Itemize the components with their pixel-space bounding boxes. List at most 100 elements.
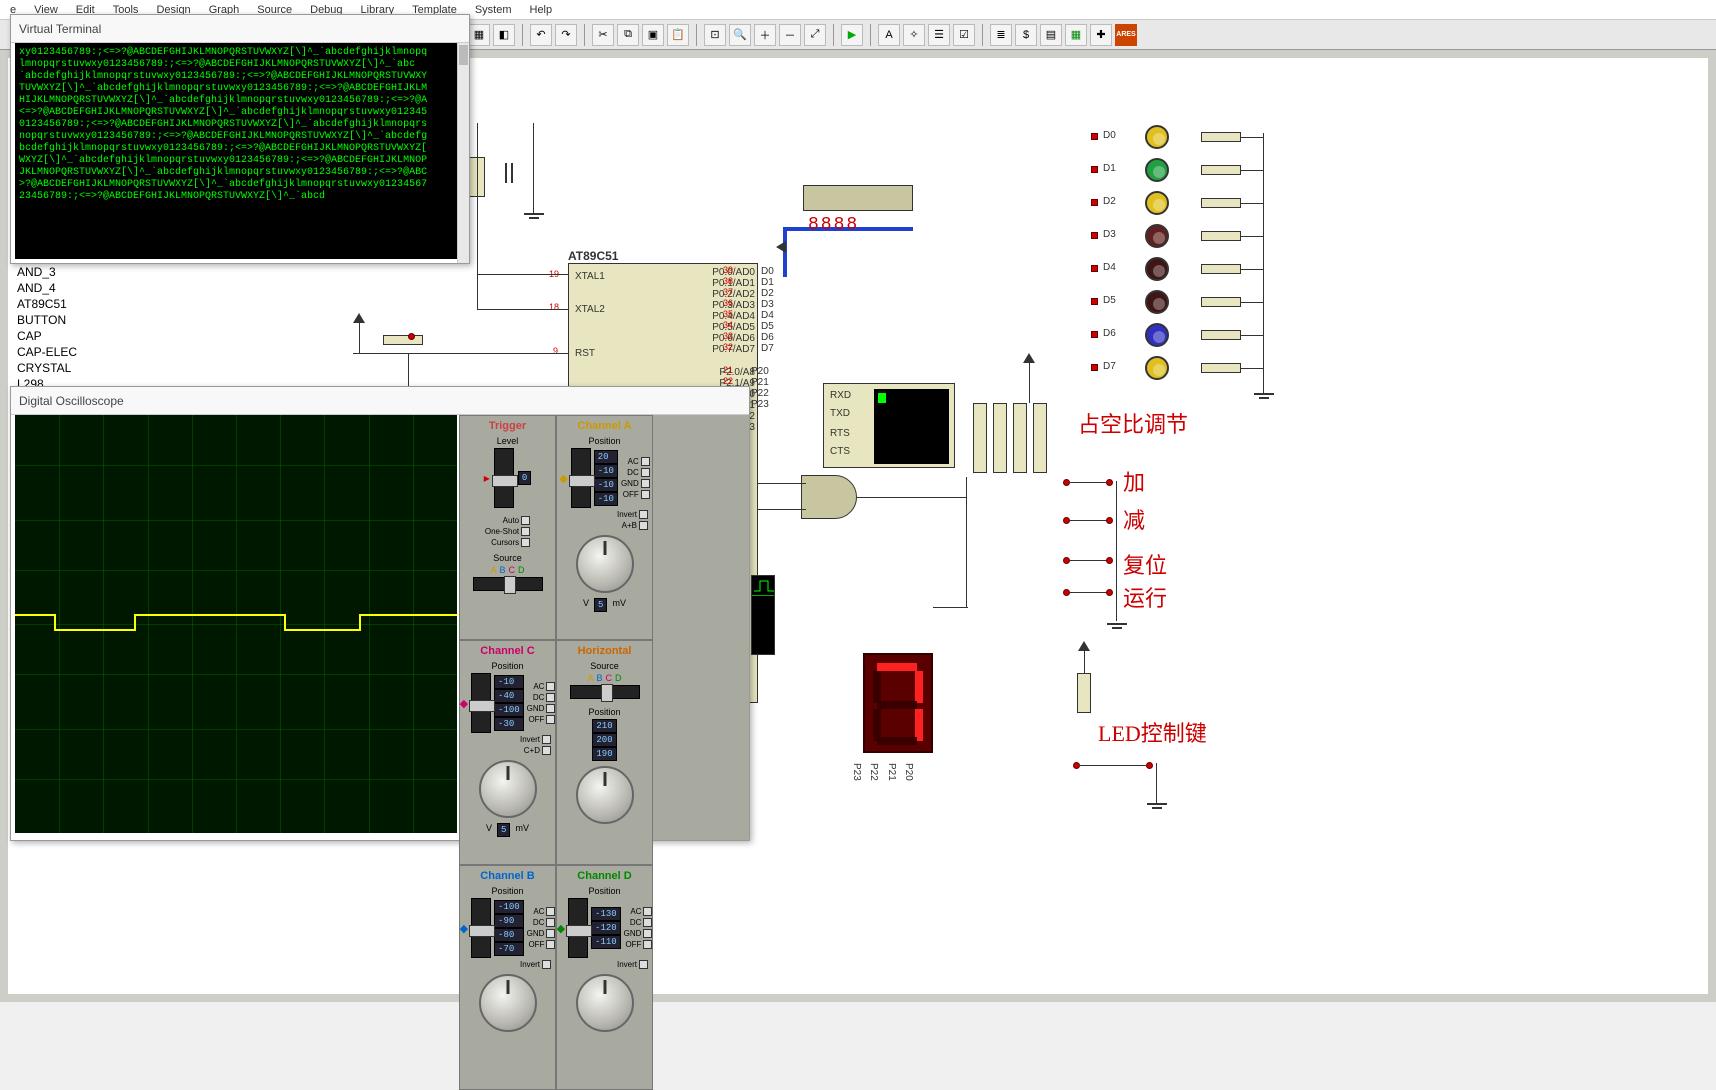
trigger-level-slider[interactable] — [494, 448, 514, 508]
tb-run-icon[interactable]: ▶ — [841, 24, 863, 46]
ch-d-off[interactable] — [643, 940, 652, 949]
tb-check-icon[interactable]: ☑ — [953, 24, 975, 46]
tb-wand-icon[interactable]: ✧ — [903, 24, 925, 46]
button-run[interactable] — [1063, 585, 1113, 599]
ch-c-dc[interactable] — [546, 693, 555, 702]
ch-b-position-slider[interactable] — [471, 898, 491, 958]
button-led-ctrl[interactable] — [1073, 758, 1153, 772]
seven-segment-display[interactable] — [863, 653, 933, 753]
cursors-checkbox[interactable] — [521, 538, 530, 547]
ch-a-dc[interactable] — [641, 468, 650, 477]
ch-b-ac[interactable] — [546, 907, 555, 916]
ch-c-ac[interactable] — [546, 682, 555, 691]
led-d0[interactable]: D0 — [1091, 125, 1271, 149]
tb-undo-icon[interactable]: ↶ — [530, 24, 552, 46]
tb-copy-icon[interactable]: ⧉ — [617, 24, 639, 46]
button-minus[interactable] — [1063, 513, 1113, 527]
tb-new-icon[interactable]: ✚ — [1090, 24, 1112, 46]
ch-b-gain-knob[interactable] — [479, 974, 537, 1032]
part-item[interactable]: BUTTON — [14, 312, 174, 328]
led-d6[interactable]: D6 — [1091, 323, 1271, 347]
led-d2[interactable]: D2 — [1091, 191, 1271, 215]
ch-a-invert[interactable] — [639, 510, 648, 519]
ch-c-gain-knob[interactable] — [479, 760, 537, 818]
ch-b-off[interactable] — [546, 940, 555, 949]
tb-report-icon[interactable]: ▤ — [1040, 24, 1062, 46]
trigger-source-slider[interactable] — [473, 577, 543, 591]
led-d7[interactable]: D7 — [1091, 356, 1271, 380]
ch-d-gnd[interactable] — [643, 929, 652, 938]
resistor[interactable] — [1077, 673, 1091, 713]
part-item[interactable]: AND_3 — [14, 264, 174, 280]
ch-a-off[interactable] — [641, 490, 650, 499]
resistor-pack[interactable] — [1013, 403, 1027, 473]
ch-c-off[interactable] — [546, 715, 555, 724]
tb-cut-icon[interactable]: ✂ — [592, 24, 614, 46]
ch-c-invert[interactable] — [542, 735, 551, 744]
oscilloscope-window[interactable]: Digital Oscilloscope Trigger Level ▸ 0 A… — [10, 386, 750, 841]
led-d1[interactable]: D1 — [1091, 158, 1271, 182]
tb-bom-icon[interactable]: $ — [1015, 24, 1037, 46]
ch-c-gnd[interactable] — [546, 704, 555, 713]
tb-excel-icon[interactable]: ▦ — [1065, 24, 1087, 46]
tb-list-icon[interactable]: ☰ — [928, 24, 950, 46]
window-title[interactable]: Virtual Terminal — [11, 15, 469, 43]
tb-redo-icon[interactable]: ↷ — [555, 24, 577, 46]
ch-a-gain-knob[interactable] — [576, 535, 634, 593]
resistor[interactable] — [383, 335, 423, 345]
ch-a-ac[interactable] — [641, 457, 650, 466]
ch-b-invert[interactable] — [542, 960, 551, 969]
resistor-pack[interactable] — [993, 403, 1007, 473]
ch-ab[interactable] — [639, 521, 648, 530]
tb-layer-icon[interactable]: ◧ — [493, 24, 515, 46]
part-item[interactable]: AND_4 — [14, 280, 174, 296]
scrollbar[interactable] — [457, 43, 469, 263]
display-module-top[interactable] — [803, 185, 913, 211]
menu-help[interactable]: Help — [530, 4, 553, 16]
ch-d-gain-knob[interactable] — [576, 974, 634, 1032]
ch-d-position-slider[interactable] — [568, 898, 588, 958]
auto-checkbox[interactable] — [521, 516, 530, 525]
tb-paste-icon[interactable]: 📋 — [667, 24, 689, 46]
ch-d-dc[interactable] — [643, 918, 652, 927]
ch-a-gnd[interactable] — [641, 479, 650, 488]
button-reset[interactable] — [1063, 553, 1113, 567]
oneshot-checkbox[interactable] — [521, 527, 530, 536]
ch-d-invert[interactable] — [639, 960, 648, 969]
ares-button[interactable]: ARES — [1115, 24, 1137, 46]
ch-d-ac[interactable] — [643, 907, 652, 916]
led-d3[interactable]: D3 — [1091, 224, 1271, 248]
tb-block-icon[interactable]: ▣ — [642, 24, 664, 46]
virtual-terminal-window[interactable]: Virtual Terminal xy0123456789:;<=>?@ABCD… — [10, 14, 470, 264]
digitizer-strip[interactable] — [751, 575, 775, 655]
button-plus[interactable] — [1063, 475, 1113, 489]
timebase-knob[interactable] — [576, 766, 634, 824]
resistor-pack[interactable] — [973, 403, 987, 473]
ch-b-gnd[interactable] — [546, 929, 555, 938]
virtual-terminal-component[interactable]: RXD TXD RTS CTS — [823, 383, 955, 468]
tb-zoomout-icon[interactable]: － — [779, 24, 801, 46]
window-title[interactable]: Digital Oscilloscope — [11, 387, 749, 415]
tb-grid-icon[interactable]: ▦ — [468, 24, 490, 46]
horiz-source-slider[interactable] — [570, 685, 640, 699]
led-d4[interactable]: D4 — [1091, 257, 1271, 281]
tb-zoom-icon[interactable]: 🔍 — [729, 24, 751, 46]
tb-netlist-icon[interactable]: ≣ — [990, 24, 1012, 46]
ch-cd[interactable] — [542, 746, 551, 755]
and-gate[interactable] — [801, 475, 857, 519]
part-item[interactable]: CAP — [14, 328, 174, 344]
tb-zoomfit-icon[interactable]: ⊡ — [704, 24, 726, 46]
ch-c-position-slider[interactable] — [471, 673, 491, 733]
tb-pan-icon[interactable]: ⤢ — [804, 24, 826, 46]
tb-zoomin-icon[interactable]: ＋ — [754, 24, 776, 46]
part-item[interactable]: AT89C51 — [14, 296, 174, 312]
part-item[interactable]: CRYSTAL — [14, 360, 174, 376]
oscilloscope-screen[interactable] — [15, 415, 457, 833]
led-d5[interactable]: D5 — [1091, 290, 1271, 314]
ch-a-position-slider[interactable] — [571, 448, 591, 508]
menu-system[interactable]: System — [475, 4, 512, 16]
resistor-pack[interactable] — [1033, 403, 1047, 473]
parts-list[interactable]: AND_3 AND_4 AT89C51 BUTTON CAP CAP-ELEC … — [14, 264, 174, 392]
ch-b-dc[interactable] — [546, 918, 555, 927]
tb-text-icon[interactable]: A — [878, 24, 900, 46]
